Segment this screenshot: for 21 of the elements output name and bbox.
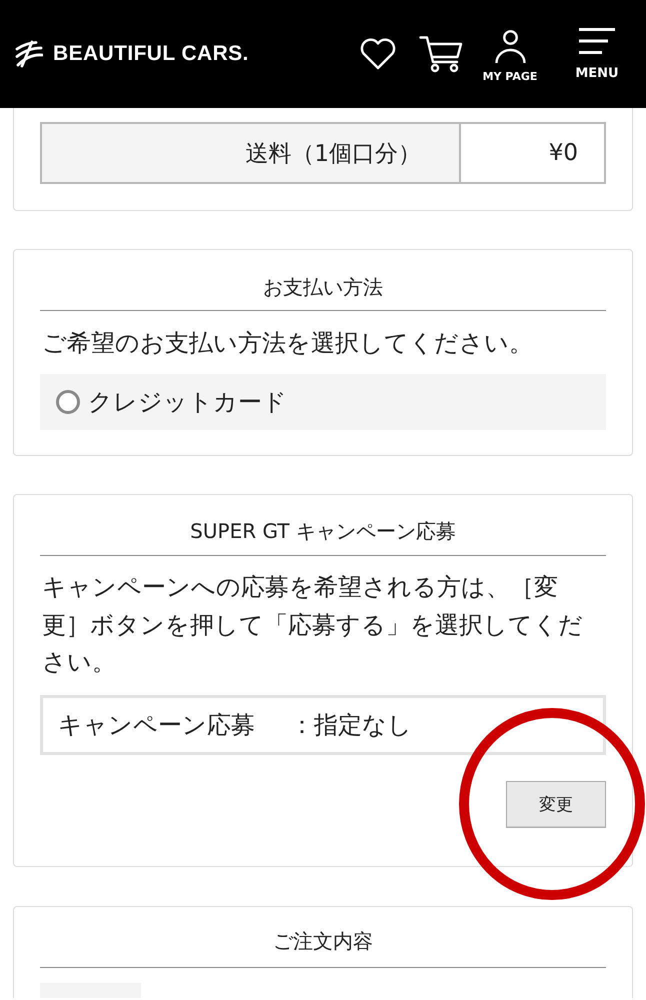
section-title: お支払い方法 bbox=[262, 274, 384, 301]
shipping-label-cell: 送料（1個口分） bbox=[41, 123, 460, 183]
shipping-value-cell: ¥0 bbox=[460, 123, 605, 183]
person-icon bbox=[494, 30, 526, 64]
section-title: SUPER GT キャンペーン応募 bbox=[189, 518, 457, 545]
instruction-text: ご希望のお支払い方法を選択してください。 bbox=[41, 328, 534, 359]
cart-button[interactable] bbox=[418, 35, 464, 73]
logo-icon bbox=[15, 40, 43, 68]
menu-button[interactable]: MENU bbox=[567, 28, 627, 80]
heart-icon bbox=[359, 38, 397, 70]
favorites-button[interactable] bbox=[358, 38, 398, 70]
payment-option[interactable]: クレジットカード bbox=[40, 374, 606, 430]
status-label: キャンペーン応募 bbox=[58, 710, 256, 740]
menu-icon bbox=[579, 28, 615, 54]
cart-icon bbox=[419, 35, 463, 73]
instruction-text: キャンペーンへの応募を希望される方は、［変更］ボタンを押して「応募する」を選択してください。 bbox=[41, 572, 584, 678]
section-title: ご注文内容 bbox=[272, 928, 374, 954]
change-button[interactable]: 変更 bbox=[506, 780, 606, 828]
my-page-button[interactable]: MY PAGE bbox=[475, 30, 545, 82]
status-value: ：指定なし bbox=[290, 710, 412, 740]
logo-text: BEAUTIFUL CARS. bbox=[53, 42, 249, 66]
